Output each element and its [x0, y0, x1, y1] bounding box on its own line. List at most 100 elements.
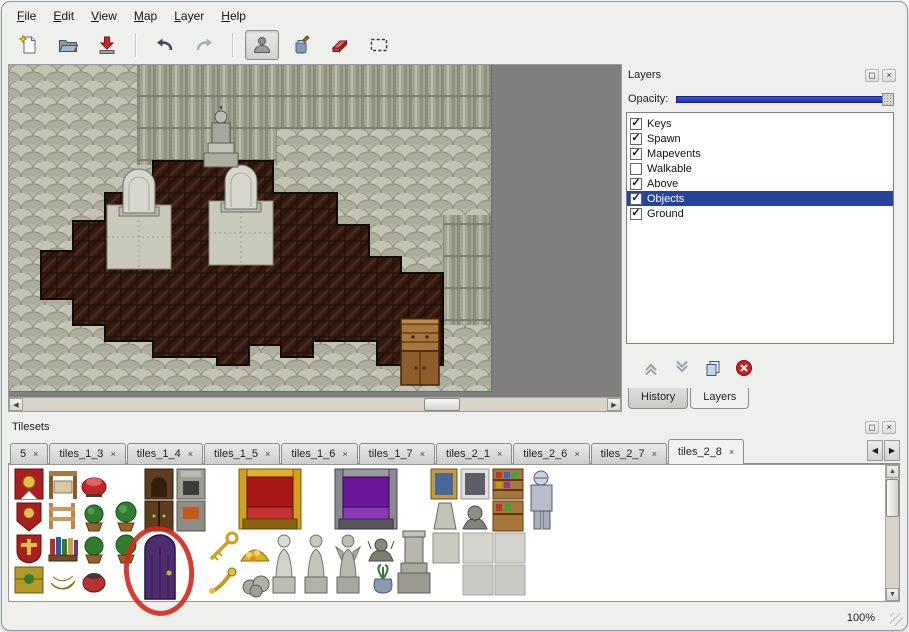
fill-tool-button[interactable] [284, 30, 318, 60]
layer-name: Spawn [647, 133, 681, 145]
tab-history[interactable]: History [628, 388, 688, 409]
opacity-slider[interactable] [676, 93, 894, 106]
check-icon: ✓ [631, 148, 640, 159]
tab-close-icon[interactable]: × [110, 449, 115, 459]
layer-row[interactable]: ✓ Keys [627, 116, 893, 131]
menu-map[interactable]: Map [127, 7, 164, 25]
close-panel-icon[interactable]: × [882, 69, 896, 82]
float-panel-icon[interactable]: ◻ [865, 69, 879, 82]
zoom-level: 100% [847, 612, 875, 624]
layer-visibility-checkbox[interactable]: ✓ [630, 178, 642, 190]
hscrollbar-thumb[interactable] [424, 398, 460, 411]
layer-visibility-checkbox[interactable]: ✓ [630, 208, 642, 220]
application-window: File Edit View Map Layer Help [1, 1, 908, 631]
map-canvas[interactable] [9, 65, 491, 391]
layer-name: Mapevents [647, 148, 701, 160]
scroll-left-icon[interactable]: ◀ [9, 398, 23, 411]
tab-close-icon[interactable]: × [652, 449, 657, 459]
tileset-tab[interactable]: tiles_1_3 × [49, 443, 125, 464]
open-button[interactable] [51, 30, 85, 60]
duplicate-layer-button[interactable] [702, 357, 724, 379]
tileset-tab[interactable]: tiles_1_5 × [204, 443, 280, 464]
tab-close-icon[interactable]: × [497, 449, 502, 459]
layer-list: ✓ Keys ✓ Spawn ✓ Mapevents ✓ Walkable ✓ … [626, 112, 894, 344]
menu-edit[interactable]: Edit [46, 7, 81, 25]
tileset-tab[interactable]: tiles_2_1 × [436, 443, 512, 464]
delete-layer-icon [735, 359, 753, 377]
scroll-right-icon[interactable]: ▶ [607, 398, 621, 411]
save-button[interactable] [90, 30, 124, 60]
close-panel-icon[interactable]: × [882, 421, 896, 434]
opacity-slider-handle[interactable] [882, 93, 894, 106]
tileset-tab[interactable]: 5 × [10, 443, 48, 464]
check-icon: ✓ [631, 178, 640, 189]
undo-button[interactable] [148, 30, 182, 60]
tileset-tab-label: tiles_1_7 [369, 448, 413, 460]
scroll-down-icon[interactable]: ▼ [886, 588, 899, 601]
tab-close-icon[interactable]: × [729, 447, 734, 457]
layer-row[interactable]: ✓ Mapevents [627, 146, 893, 161]
stamp-tool-icon [251, 34, 273, 56]
redo-button[interactable] [187, 30, 221, 60]
scroll-up-icon[interactable]: ▲ [886, 465, 899, 478]
tab-close-icon[interactable]: × [188, 449, 193, 459]
layer-row[interactable]: ✓ Spawn [627, 131, 893, 146]
eraser-tool-button[interactable] [323, 30, 357, 60]
layer-row[interactable]: ✓ Ground [627, 206, 893, 221]
tileset-tab-label: tiles_1_5 [214, 448, 258, 460]
tab-scroll-left-icon[interactable]: ◀ [867, 440, 883, 461]
layer-visibility-checkbox[interactable]: ✓ [630, 163, 642, 175]
new-map-button[interactable] [12, 30, 46, 60]
toolbar-separator [232, 33, 234, 57]
tileset-tab-label: tiles_1_3 [59, 448, 103, 460]
stamp-tool-button[interactable] [245, 30, 279, 60]
layer-name: Above [647, 178, 678, 190]
menu-help[interactable]: Help [214, 7, 253, 25]
layer-visibility-checkbox[interactable]: ✓ [630, 148, 642, 160]
undo-icon [154, 34, 176, 56]
select-tool-button[interactable] [362, 30, 396, 60]
tab-close-icon[interactable]: × [342, 449, 347, 459]
tileset-tab-label: tiles_1_4 [137, 448, 181, 460]
map-view[interactable]: ◀ ▶ [8, 64, 622, 412]
tab-close-icon[interactable]: × [420, 449, 425, 459]
tileset-tab[interactable]: tiles_2_8 × [668, 439, 744, 464]
tab-scroll-right-icon[interactable]: ▶ [884, 440, 900, 461]
tab-layers[interactable]: Layers [690, 388, 749, 409]
resize-grip[interactable] [890, 613, 903, 626]
delete-layer-button[interactable] [733, 357, 755, 379]
vscrollbar-thumb[interactable] [886, 479, 899, 517]
tileset-tab[interactable]: tiles_1_6 × [281, 443, 357, 464]
layer-name: Objects [647, 193, 684, 205]
tab-close-icon[interactable]: × [574, 449, 579, 459]
tab-close-icon[interactable]: × [265, 449, 270, 459]
layer-actions [640, 356, 755, 380]
map-hscrollbar[interactable]: ◀ ▶ [9, 397, 621, 411]
tileset-vscrollbar[interactable]: ▲ ▼ [885, 465, 899, 601]
tileset-tab[interactable]: tiles_2_6 × [513, 443, 589, 464]
tileset-image[interactable] [11, 467, 559, 601]
tileset-tab[interactable]: tiles_1_7 × [359, 443, 435, 464]
menu-view[interactable]: View [84, 7, 124, 25]
layer-row[interactable]: ✓ Objects [627, 191, 893, 206]
opacity-slider-fill [676, 96, 883, 103]
lower-layer-button[interactable] [671, 357, 693, 379]
toolbar [12, 29, 396, 61]
save-icon [96, 34, 118, 56]
float-panel-icon[interactable]: ◻ [865, 421, 879, 434]
tileset-tab[interactable]: tiles_1_4 × [127, 443, 203, 464]
tileset-tab[interactable]: tiles_2_7 × [591, 443, 667, 464]
tab-close-icon[interactable]: × [33, 449, 38, 459]
check-icon: ✓ [631, 118, 640, 129]
toolbar-separator [135, 33, 137, 57]
layer-visibility-checkbox[interactable]: ✓ [630, 118, 642, 130]
opacity-label: Opacity: [628, 93, 668, 105]
layer-visibility-checkbox[interactable]: ✓ [630, 133, 642, 145]
layer-row[interactable]: ✓ Above [627, 176, 893, 191]
raise-layer-button[interactable] [640, 357, 662, 379]
layer-visibility-checkbox[interactable]: ✓ [630, 193, 642, 205]
fill-tool-icon [290, 34, 312, 56]
menu-layer[interactable]: Layer [167, 7, 211, 25]
menu-file[interactable]: File [10, 7, 43, 25]
layer-row[interactable]: ✓ Walkable [627, 161, 893, 176]
